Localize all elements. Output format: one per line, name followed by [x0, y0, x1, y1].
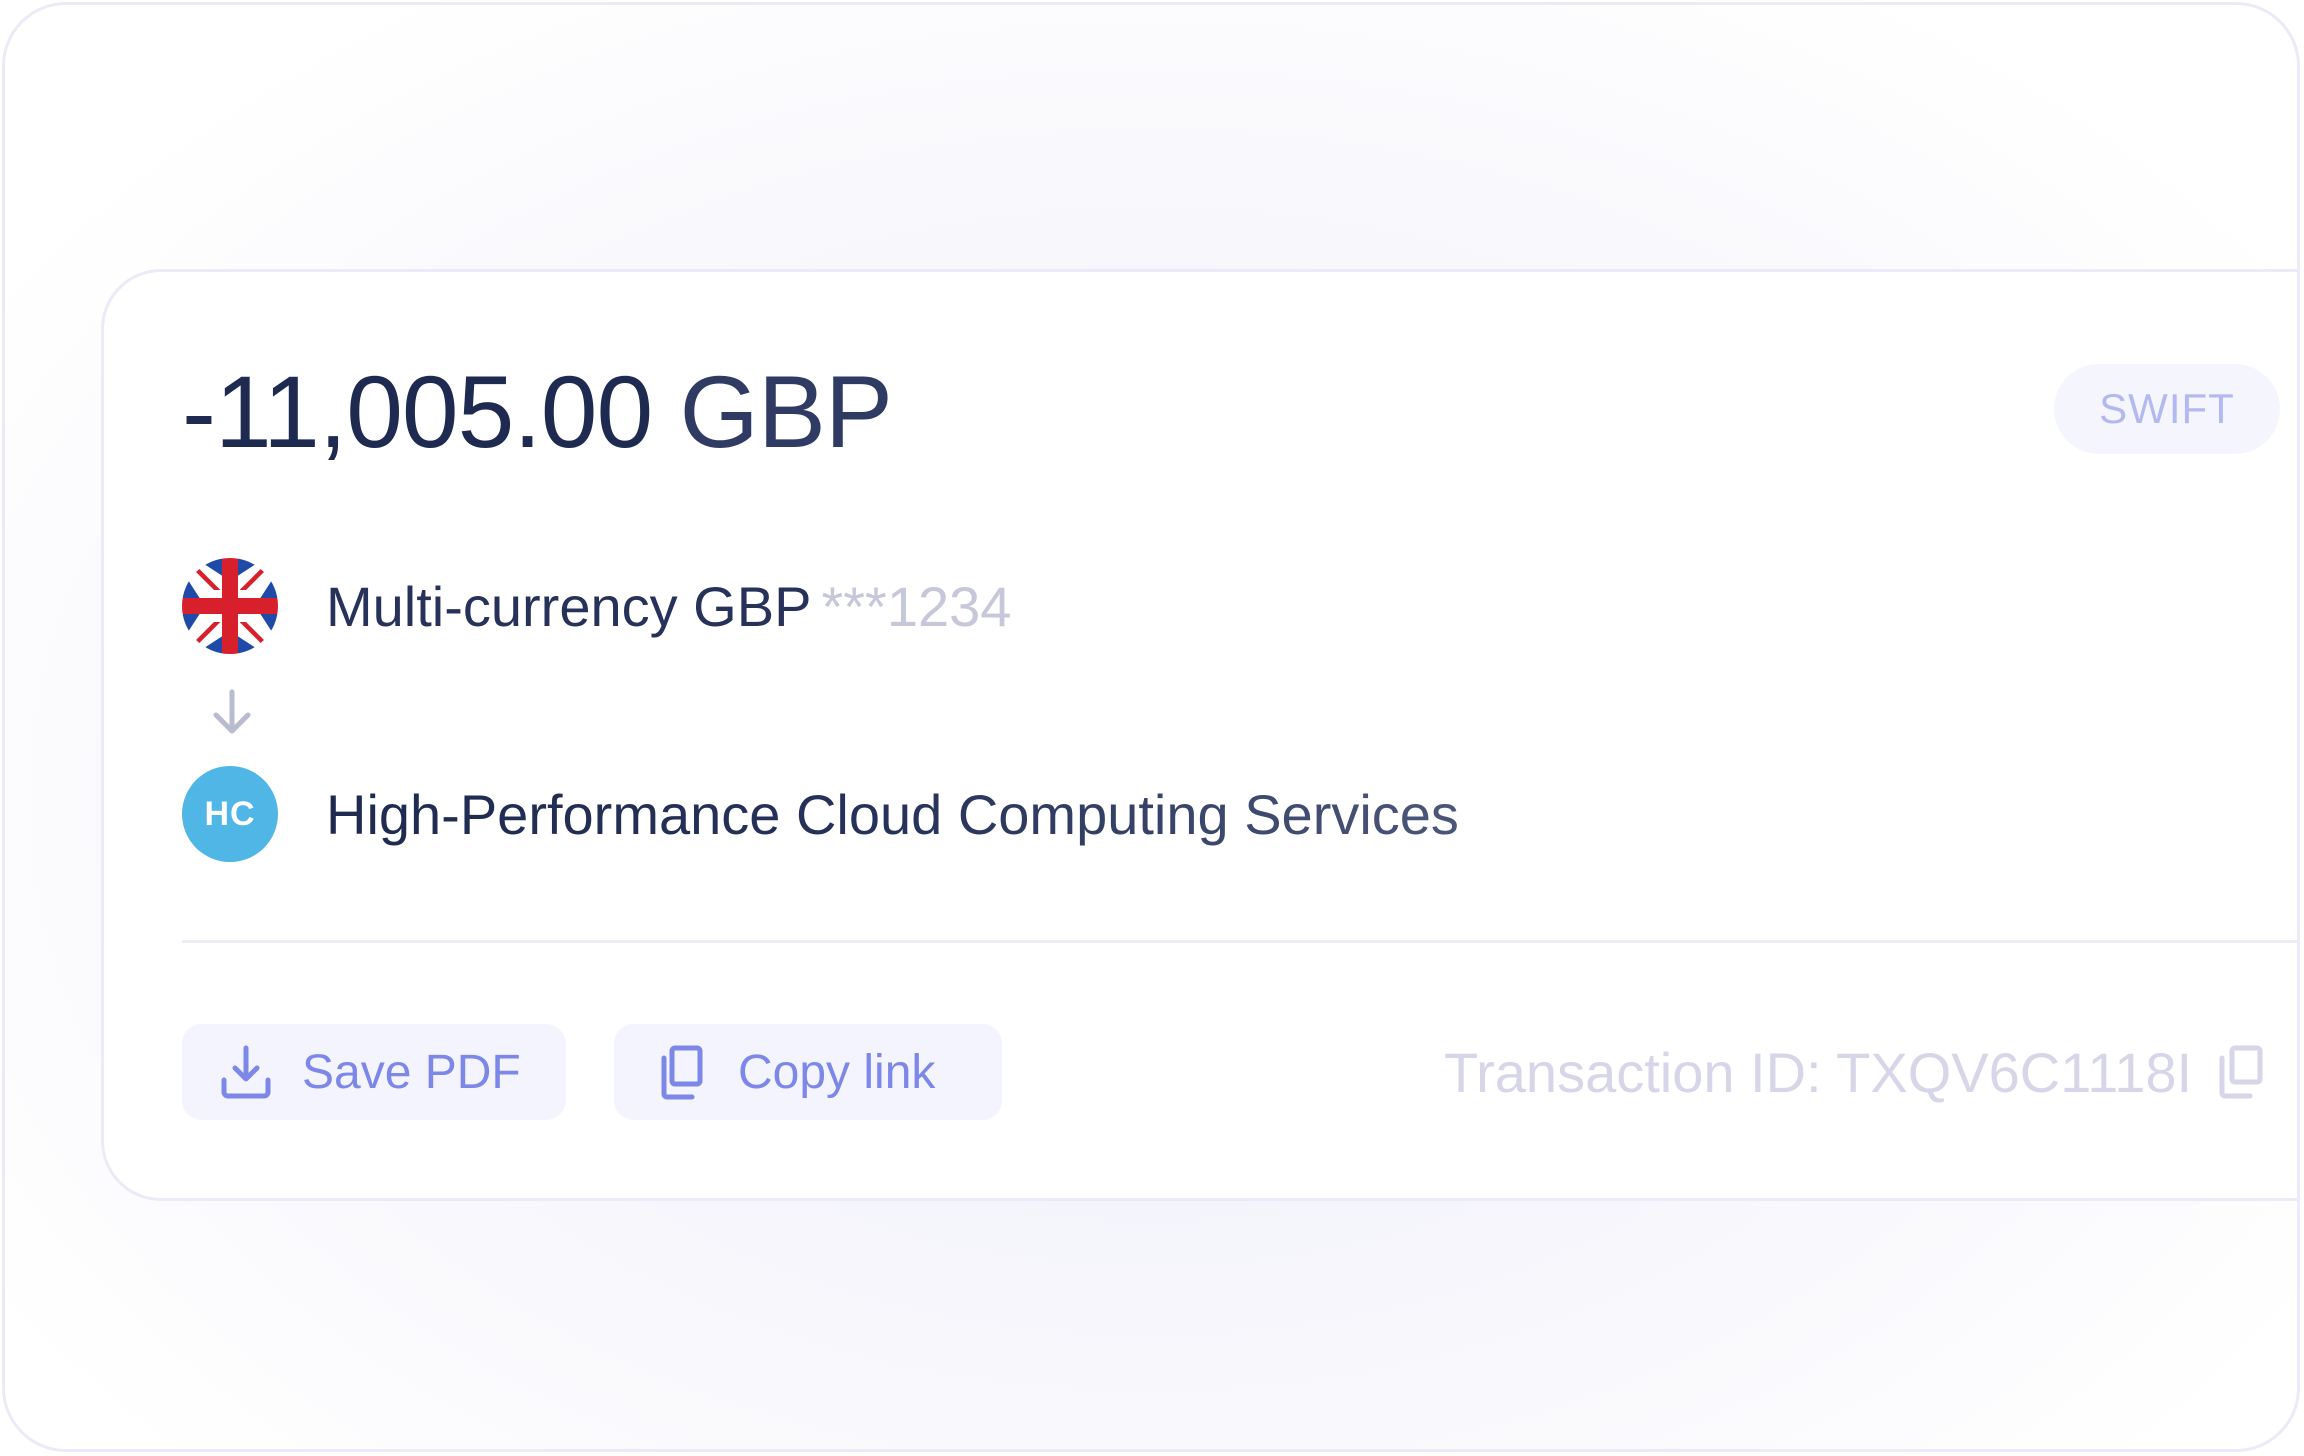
- source-account-row: Multi-currency GBP ***1234: [182, 558, 1011, 654]
- copy-icon: [661, 1045, 703, 1100]
- amount-currency: GBP: [679, 355, 893, 469]
- transaction-amount: -11,005.00 GBP: [182, 354, 893, 471]
- arrow-down-icon: [213, 689, 251, 734]
- transaction-id: Transaction ID: TXQV6C1118I: [1444, 1024, 2266, 1120]
- outer-frame: -11,005.00 GBP SWIFT Multi-currency GBP …: [2, 2, 2300, 1452]
- transaction-card: -11,005.00 GBP SWIFT Multi-currency GBP …: [101, 269, 2297, 1201]
- payment-method-badge: SWIFT: [2054, 364, 2280, 454]
- uk-flag-icon: [182, 558, 278, 654]
- copy-link-label: Copy link: [738, 1045, 936, 1099]
- source-account-name: Multi-currency GBP: [326, 574, 812, 638]
- source-account-text: Multi-currency GBP ***1234: [326, 574, 1011, 639]
- copy-icon[interactable]: [2214, 1044, 2266, 1100]
- download-icon: [221, 1045, 271, 1099]
- save-pdf-button[interactable]: Save PDF: [182, 1024, 566, 1120]
- transaction-id-label: Transaction ID: TXQV6C1118I: [1444, 1040, 2193, 1104]
- copy-link-button[interactable]: Copy link: [614, 1024, 1002, 1120]
- save-pdf-label: Save PDF: [302, 1045, 521, 1099]
- source-account-number: ***1234: [821, 574, 1012, 638]
- recipient-row: HC High-Performance Cloud Computing Serv…: [182, 766, 1459, 862]
- amount-value: -11,005.00: [182, 355, 653, 469]
- divider: [182, 940, 2297, 943]
- recipient-name: High-Performance Cloud Computing Service…: [326, 782, 1459, 846]
- recipient-avatar: HC: [182, 766, 278, 862]
